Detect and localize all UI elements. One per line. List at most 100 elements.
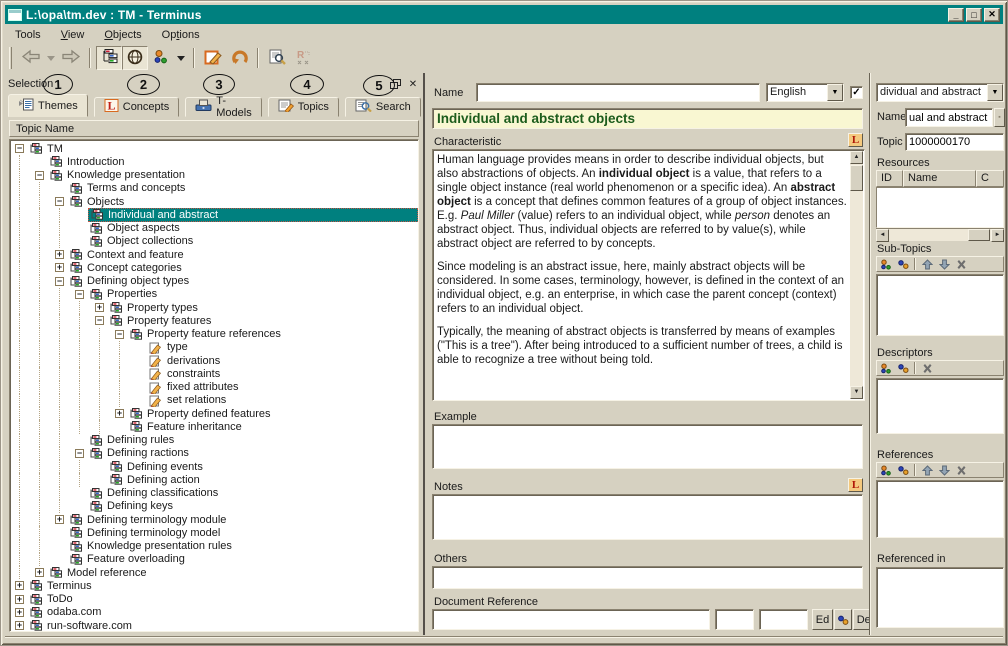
collapse-icon[interactable]: −: [95, 316, 104, 326]
menu-options[interactable]: Options: [154, 27, 208, 43]
tree-item-objects[interactable]: − Objects: [10, 195, 418, 209]
collapse-icon[interactable]: −: [55, 276, 64, 286]
collapse-icon[interactable]: −: [55, 197, 64, 207]
toolbar-grip[interactable]: [9, 47, 12, 69]
tree-item-fixed-attributes[interactable]: fixed attributes: [10, 380, 418, 395]
tree-item-defining-classifications[interactable]: Defining classifications: [10, 486, 418, 501]
topic-id-input[interactable]: [905, 133, 1004, 151]
tree-item-feature-overloading[interactable]: Feature overloading: [10, 552, 418, 567]
resources-column-id[interactable]: ID: [876, 170, 903, 187]
referenced-in-list[interactable]: [876, 567, 1004, 628]
tree-item-defining-events[interactable]: Defining events: [10, 460, 418, 474]
language-checkbox[interactable]: ✓: [850, 86, 863, 99]
descriptors-list[interactable]: [876, 378, 1004, 434]
tree-item-body[interactable]: Property defined features: [128, 408, 418, 420]
tree-item-body[interactable]: Defining events: [108, 461, 418, 473]
panel-splitter-right[interactable]: [869, 73, 871, 635]
expand-icon[interactable]: +: [55, 250, 64, 260]
tree-item-object-aspects[interactable]: Object aspects: [10, 221, 418, 236]
tab-search[interactable]: Search: [344, 97, 421, 117]
scroll-down-icon[interactable]: ▼: [850, 386, 863, 399]
tree-item-body[interactable]: set relations: [148, 394, 418, 408]
document-reference-input[interactable]: [432, 609, 710, 630]
add-object-icon[interactable]: [879, 362, 893, 374]
minimize-button[interactable]: _: [948, 7, 964, 22]
tree-item-body[interactable]: Context and feature: [68, 249, 418, 261]
tree-view-button[interactable]: [96, 46, 122, 70]
expand-icon[interactable]: +: [55, 515, 64, 525]
resources-column-c[interactable]: C: [976, 170, 1004, 187]
scrollbar-thumb[interactable]: [968, 229, 990, 241]
tree-item-feature-inheritance[interactable]: Feature inheritance: [10, 420, 418, 434]
tree-item-defining-action[interactable]: Defining action: [10, 473, 418, 487]
tree-item-body[interactable]: Defining rules: [88, 434, 418, 446]
tab-themes[interactable]: Themes: [8, 94, 88, 117]
tree-item-concept-categories[interactable]: + Concept categories: [10, 261, 418, 275]
tree-item-body[interactable]: run-software.com: [28, 620, 418, 631]
find-button[interactable]: [264, 46, 290, 70]
name-options-button[interactable]: ▪: [994, 108, 1005, 127]
tree-item-individual-and-abstract[interactable]: Individual and abstract: [10, 207, 418, 222]
tree-item-defining-terminology-module[interactable]: + Defining terminology module: [10, 513, 418, 527]
tree-item-property-types[interactable]: + Property types: [10, 301, 418, 315]
expand-icon[interactable]: +: [15, 607, 24, 617]
edit-reference-button[interactable]: Ed: [812, 609, 833, 630]
objects-dropdown[interactable]: [174, 46, 188, 70]
collapse-icon[interactable]: −: [35, 170, 44, 180]
subtopics-list[interactable]: [876, 274, 1004, 336]
tree-item-body[interactable]: odaba.com: [28, 606, 418, 618]
maximize-button[interactable]: □: [966, 7, 982, 22]
tree-item-body[interactable]: Feature overloading: [68, 553, 418, 565]
collapse-icon[interactable]: −: [115, 329, 124, 339]
tab-concepts[interactable]: L Concepts: [93, 97, 180, 117]
tree-item-introduction[interactable]: Introduction: [10, 155, 418, 169]
tree-item-terminus[interactable]: + Terminus: [10, 579, 418, 592]
link-reference-button[interactable]: [834, 609, 852, 630]
topic-selector-combo[interactable]: dividual and abstract ▼: [876, 83, 1004, 102]
notes-textarea[interactable]: [432, 494, 863, 540]
tree-item-todo[interactable]: + ToDo: [10, 593, 418, 606]
tree-item-body[interactable]: Defining action: [108, 474, 418, 486]
menu-view[interactable]: View: [53, 27, 93, 43]
tree-item-body[interactable]: derivations: [148, 355, 418, 369]
tree-item-body[interactable]: Property features: [108, 315, 418, 327]
add-object-icon[interactable]: [879, 464, 893, 476]
references-list[interactable]: [876, 480, 1004, 538]
name-input[interactable]: [476, 83, 760, 102]
characteristic-textarea[interactable]: Human language provides means in order t…: [432, 149, 865, 401]
tree-item-body[interactable]: Concept categories: [68, 262, 418, 274]
tree-item-body[interactable]: constraints: [148, 368, 418, 382]
example-textarea[interactable]: [432, 424, 863, 469]
tree-item-object-collections[interactable]: Object collections: [10, 234, 418, 249]
collapse-icon[interactable]: −: [15, 144, 24, 154]
expand-icon[interactable]: +: [115, 409, 124, 419]
edit-topic-button[interactable]: [200, 46, 226, 70]
delete-icon[interactable]: [920, 362, 934, 374]
chevron-down-icon[interactable]: ▼: [987, 84, 1003, 101]
tree-item-type[interactable]: type: [10, 340, 418, 355]
add-object-icon[interactable]: [879, 258, 893, 270]
expand-icon[interactable]: +: [35, 568, 44, 578]
delete-icon[interactable]: [954, 464, 968, 476]
tree-item-defining-keys[interactable]: Defining keys: [10, 499, 418, 514]
tree-item-body[interactable]: Defining ractions: [88, 447, 418, 459]
tree-item-tm[interactable]: − TM: [10, 142, 418, 155]
tree-item-property-feature-references[interactable]: − Property feature references: [10, 327, 418, 342]
tree-item-knowledge-presentation-rules[interactable]: Knowledge presentation rules: [10, 539, 418, 554]
scroll-up-icon[interactable]: ▲: [850, 151, 863, 164]
collapse-icon[interactable]: −: [75, 289, 84, 299]
scroll-left-icon[interactable]: ◄: [876, 229, 889, 242]
back-button[interactable]: [18, 46, 44, 70]
tree-item-context-and-feature[interactable]: + Context and feature: [10, 248, 418, 262]
close-panel-icon[interactable]: ✕: [406, 78, 420, 91]
tree-item-properties[interactable]: − Properties: [10, 287, 418, 302]
link-object-icon[interactable]: [896, 464, 910, 476]
tree-item-run-software-com[interactable]: + run-software.com: [10, 619, 418, 631]
tree-item-defining-rules[interactable]: Defining rules: [10, 433, 418, 448]
resources-table[interactable]: ID Name C ◄ ►: [876, 170, 1004, 242]
tree-column-header[interactable]: Topic Name: [9, 120, 419, 137]
right-name-input[interactable]: [905, 108, 993, 127]
expand-icon[interactable]: +: [95, 303, 104, 313]
tree-item-selected[interactable]: Individual and abstract: [88, 207, 418, 222]
tree-item-property-features[interactable]: − Property features: [10, 314, 418, 328]
